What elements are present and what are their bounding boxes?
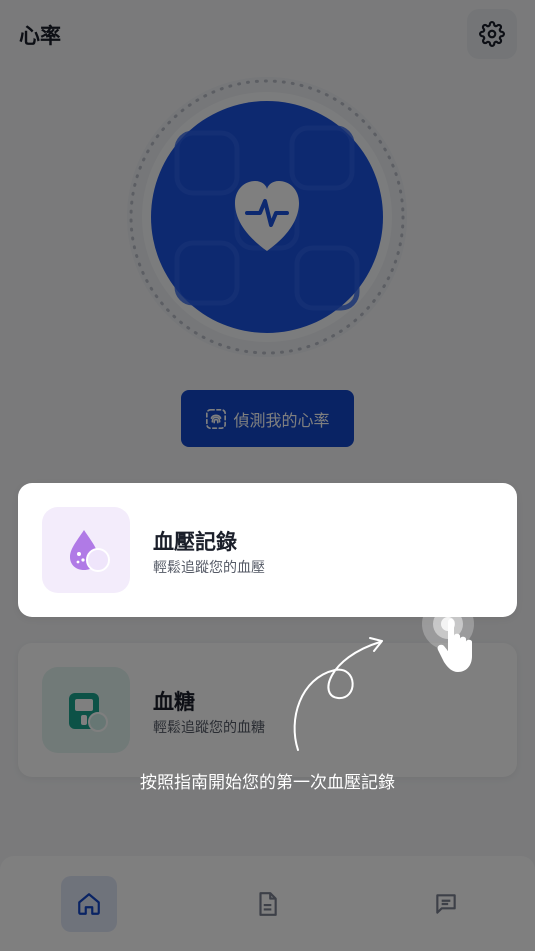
fingerprint-icon	[206, 408, 227, 429]
heart-rate-hero[interactable]	[117, 73, 417, 363]
detect-heart-rate-button[interactable]: 偵測我的心率	[181, 390, 354, 447]
page-title: 心率	[19, 24, 61, 48]
document-icon	[259, 892, 277, 916]
card-icon-box	[42, 667, 130, 753]
nav-chat[interactable]	[418, 876, 474, 932]
glucose-meter-icon	[69, 693, 108, 732]
coachmark-arrow-icon	[293, 637, 383, 751]
gear-icon	[479, 21, 505, 47]
card-title: 血糖	[153, 690, 195, 714]
nav-home[interactable]	[61, 876, 117, 932]
detect-button-label: 偵測我的心率	[233, 410, 330, 430]
home-icon	[78, 893, 100, 915]
card-subtitle: 輕鬆追蹤您的血壓	[153, 560, 265, 576]
nav-records[interactable]	[239, 876, 295, 932]
app-header: 心率	[0, 0, 535, 70]
card-title: 血壓記錄	[153, 530, 237, 554]
settings-button[interactable]	[467, 9, 517, 59]
chat-icon	[436, 894, 456, 914]
bottom-navigation	[0, 856, 535, 951]
coachmark-text: 按照指南開始您的第一次血壓記錄	[140, 773, 395, 793]
blood-drop-icon	[70, 530, 110, 572]
card-subtitle: 輕鬆追蹤您的血糖	[153, 720, 265, 736]
card-icon-box	[42, 507, 130, 593]
tap-hand-icon	[422, 598, 474, 672]
